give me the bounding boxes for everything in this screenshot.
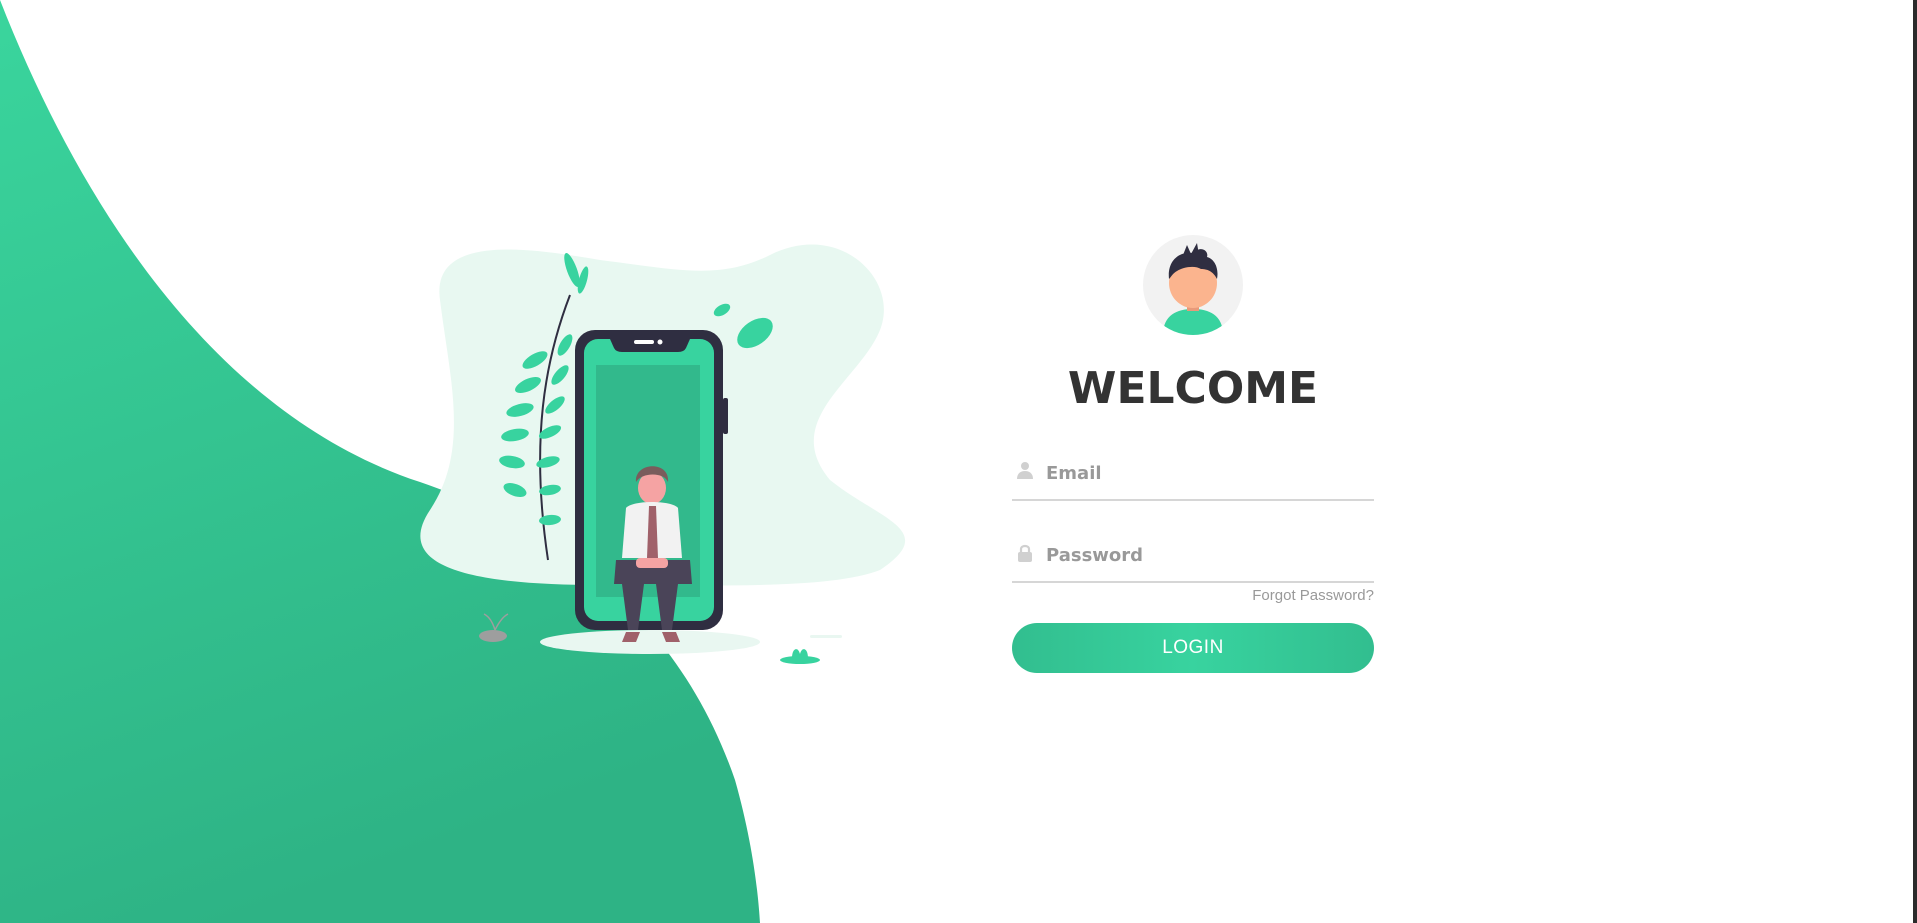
forgot-password-link[interactable]: Forgot Password?	[1252, 587, 1374, 604]
phone-illustration	[420, 244, 906, 664]
login-page: WELCOME Forgot Password? LOGIN	[0, 0, 1917, 923]
login-form: WELCOME Forgot Password? LOGIN	[1012, 235, 1374, 675]
password-field[interactable]	[1012, 529, 1374, 583]
background-wave	[0, 0, 760, 923]
lock-icon	[1018, 544, 1032, 562]
password-input[interactable]	[1046, 537, 1366, 573]
email-input[interactable]	[1046, 455, 1366, 491]
window-edge	[1913, 0, 1917, 923]
page-title: WELCOME	[1067, 363, 1319, 414]
user-icon	[1017, 462, 1033, 479]
email-field[interactable]	[1012, 447, 1374, 501]
avatar-icon	[1163, 243, 1223, 335]
login-button[interactable]: LOGIN	[1012, 623, 1374, 673]
avatar	[1143, 235, 1243, 335]
